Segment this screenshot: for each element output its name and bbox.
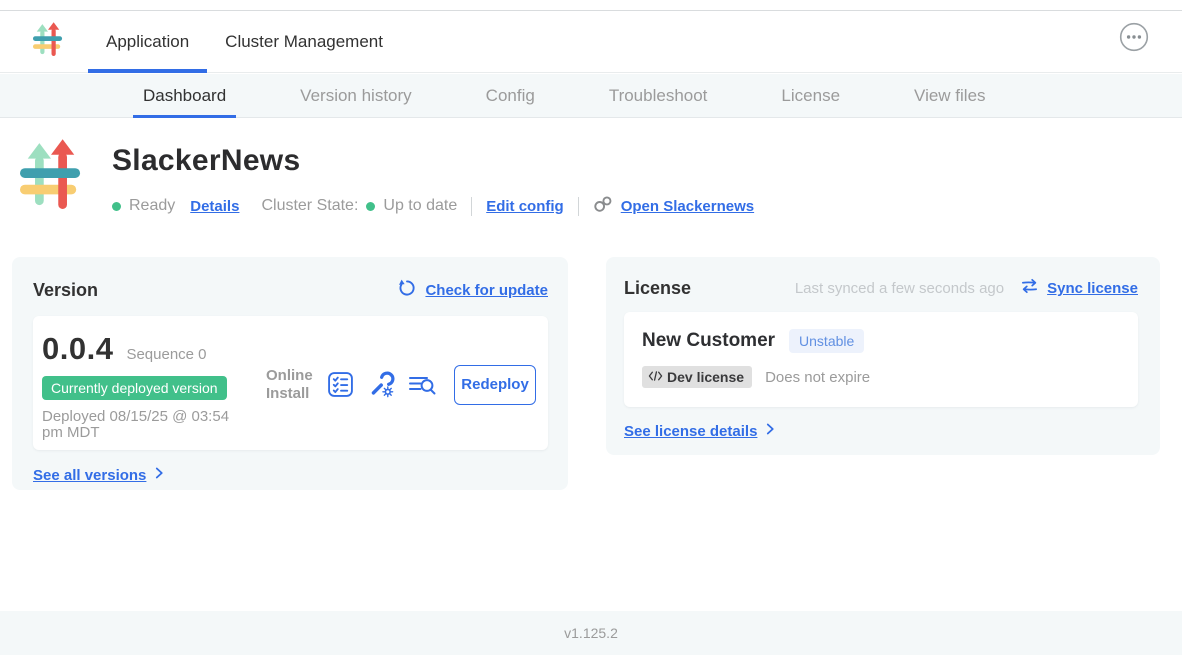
subnav-config-label: Config: [486, 86, 535, 106]
subnav-tab-config[interactable]: Config: [476, 74, 545, 117]
code-icon: [648, 369, 663, 385]
see-all-versions-label: See all versions: [33, 467, 146, 484]
subnav-tab-troubleshoot[interactable]: Troubleshoot: [599, 74, 718, 117]
app-status-dot: [112, 202, 121, 211]
see-all-versions[interactable]: See all versions: [33, 466, 164, 485]
last-synced-text: Last synced a few seconds ago: [795, 280, 1004, 297]
version-info-column: 0.0.4 Sequence 0 Currently deployed vers…: [42, 331, 254, 438]
subnav-license-label: License: [781, 86, 840, 106]
deployed-timestamp: Deployed 08/15/25 @ 03:54 pm MDT: [42, 409, 244, 441]
app-status-row: Ready Details Cluster State: Up to date …: [112, 195, 754, 217]
chevron-right-icon: [155, 466, 164, 485]
divider: [578, 197, 579, 216]
primary-nav: Application Cluster Management: [88, 11, 401, 72]
edit-config-link[interactable]: Edit config: [486, 198, 564, 215]
version-card-header: Version Check for update: [33, 278, 548, 303]
check-for-update-label: Check for update: [425, 282, 548, 299]
subnav-troubleshoot-label: Troubleshoot: [609, 86, 708, 106]
app-header: Application Cluster Management: [0, 11, 1182, 73]
chevron-right-icon: [766, 422, 775, 441]
deployed-version-panel: 0.0.4 Sequence 0 Currently deployed vers…: [33, 316, 548, 450]
app-logo-large: [20, 139, 82, 218]
license-card-title: License: [624, 278, 691, 299]
license-expiration: Does not expire: [765, 369, 870, 386]
refresh-icon: [397, 278, 417, 303]
license-card-header: License Last synced a few seconds ago Sy…: [624, 278, 1138, 299]
see-license-details[interactable]: See license details: [624, 422, 775, 441]
subnav-dashboard-label: Dashboard: [143, 86, 226, 106]
license-type-badge: Dev license: [642, 366, 752, 388]
customer-name: New Customer: [642, 330, 775, 352]
version-number: 0.0.4: [42, 331, 113, 367]
preflight-checklist-icon[interactable]: [327, 371, 354, 398]
app-subnav: Dashboard Version history Config Trouble…: [0, 74, 1182, 118]
install-type-label: Online Install: [266, 367, 313, 403]
sync-license-link[interactable]: Sync license: [1047, 280, 1138, 297]
version-action-icons: [327, 371, 438, 399]
channel-badge: Unstable: [789, 329, 864, 353]
version-card-title: Version: [33, 280, 98, 301]
sync-arrows-icon: [1020, 278, 1039, 299]
redeploy-button[interactable]: Redeploy: [454, 365, 536, 405]
open-app-label: Open Slackernews: [621, 198, 754, 215]
tab-cluster-management-label: Cluster Management: [225, 32, 383, 52]
config-wrench-icon[interactable]: [367, 371, 395, 399]
admin-console-dashboard: Application Cluster Management Dashboard…: [0, 0, 1182, 655]
cluster-status-dot: [366, 202, 375, 211]
page-title: SlackerNews: [112, 144, 300, 178]
subnav-tab-view-files[interactable]: View files: [904, 74, 996, 117]
link-chain-icon: [593, 195, 614, 218]
version-card: Version Check for update 0.0.4 Sequence …: [12, 257, 568, 490]
subnav-tab-license[interactable]: License: [771, 74, 850, 117]
divider: [471, 197, 472, 216]
overflow-menu-icon[interactable]: [1119, 22, 1149, 52]
license-type-label: Dev license: [667, 369, 744, 385]
deployed-badge: Currently deployed version: [42, 376, 227, 400]
app-status-text: Ready: [129, 197, 175, 215]
console-footer: v1.125.2: [0, 611, 1182, 655]
sequence-label: Sequence 0: [126, 346, 206, 363]
tab-application[interactable]: Application: [88, 11, 207, 72]
check-for-update[interactable]: Check for update: [397, 278, 548, 303]
console-version: v1.125.2: [564, 625, 618, 641]
license-card: License Last synced a few seconds ago Sy…: [606, 257, 1160, 455]
license-sync-group: Last synced a few seconds ago Sync licen…: [795, 278, 1138, 299]
tab-application-label: Application: [106, 32, 189, 52]
see-license-details-label: See license details: [624, 423, 757, 440]
cluster-state-label: Cluster State:: [261, 197, 358, 215]
tab-cluster-management[interactable]: Cluster Management: [207, 11, 401, 72]
subnav-tab-version-history[interactable]: Version history: [290, 74, 422, 117]
cluster-state-value: Up to date: [383, 197, 457, 215]
app-logo-icon: [33, 22, 63, 63]
open-app-link[interactable]: Open Slackernews: [593, 195, 754, 218]
license-info-panel: New Customer Unstable Dev license Does n…: [624, 312, 1138, 407]
status-details-link[interactable]: Details: [190, 198, 239, 215]
subnav-version-history-label: Version history: [300, 86, 412, 106]
view-logs-icon[interactable]: [408, 372, 438, 398]
subnav-view-files-label: View files: [914, 86, 986, 106]
subnav-tab-dashboard[interactable]: Dashboard: [133, 74, 236, 117]
